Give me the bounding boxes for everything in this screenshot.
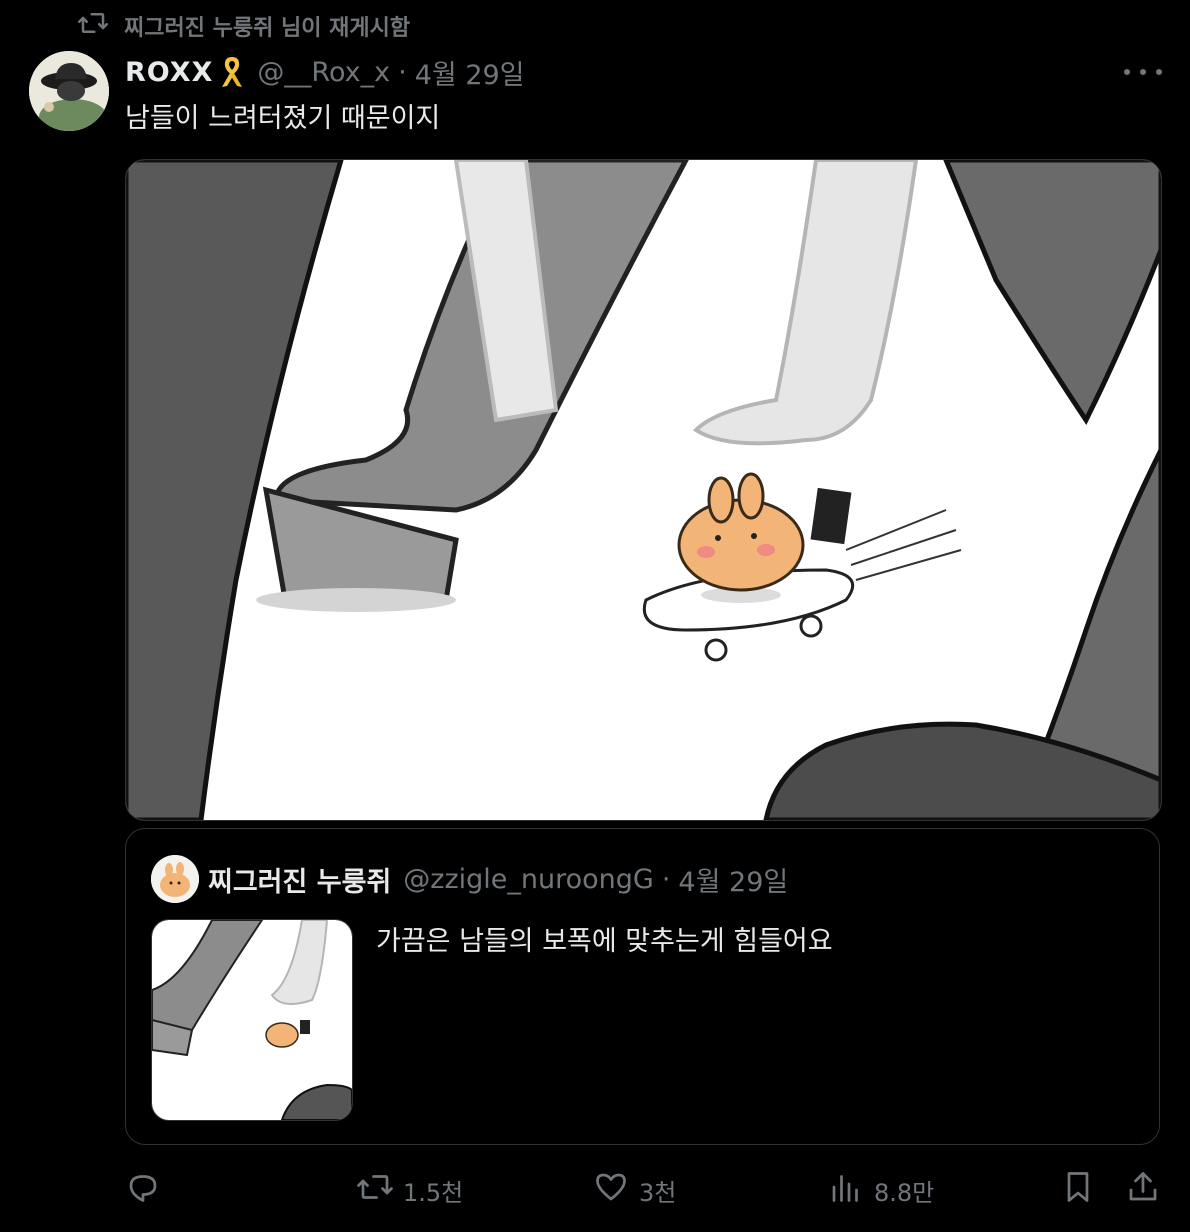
quoted-tweet-thumbnail[interactable]	[151, 919, 353, 1121]
reply-icon	[125, 1169, 161, 1211]
repost-count: 1.5천	[403, 1178, 464, 1207]
quoted-tweet-header: 찌그러진 누룽쥐 @zzigle_nuroongG · 4월 29일	[208, 859, 788, 899]
repost-context-text: 찌그러진 누룽쥐 님이 재게시함	[124, 16, 411, 41]
repost-button[interactable]: 1.5천	[357, 1165, 463, 1215]
quoted-meta-separator: ·	[661, 863, 671, 895]
share-button[interactable]	[1125, 1165, 1161, 1215]
quoted-author-name[interactable]: 찌그러진 누룽쥐	[208, 860, 391, 899]
like-button[interactable]: 3천	[593, 1165, 676, 1215]
author-handle[interactable]: @__Rox_x	[257, 57, 390, 88]
heart-icon	[593, 1169, 629, 1211]
tweet-text: 남들이 느려터졌기 때문이지	[125, 103, 441, 134]
repost-icon	[357, 1169, 393, 1211]
quoted-author-avatar[interactable]	[151, 855, 199, 903]
share-icon	[1125, 1169, 1161, 1211]
bookmark-icon	[1060, 1169, 1096, 1211]
quoted-tweet-date[interactable]: 4월 29일	[678, 860, 788, 899]
more-options-icon[interactable]	[1124, 58, 1162, 86]
views-button[interactable]: 8.8만	[828, 1165, 934, 1215]
author-avatar[interactable]	[29, 51, 109, 131]
author-name[interactable]: ROXX	[125, 57, 213, 88]
views-count: 8.8만	[874, 1178, 935, 1207]
meta-separator: ·	[398, 56, 407, 88]
bookmark-button[interactable]	[1060, 1165, 1096, 1215]
repost-icon	[78, 8, 108, 44]
tweet-media-image[interactable]	[125, 159, 1162, 821]
reply-button[interactable]	[125, 1165, 171, 1215]
yellow-ribbon-icon	[219, 55, 245, 89]
quoted-tweet-text: 가끔은 남들의 보폭에 맞추는게 힘들어요	[376, 926, 833, 957]
views-icon	[828, 1169, 864, 1211]
quoted-tweet-card[interactable]: 찌그러진 누룽쥐 @zzigle_nuroongG · 4월 29일 가끔은 남…	[125, 828, 1160, 1145]
like-count: 3천	[639, 1178, 677, 1207]
quoted-author-handle[interactable]: @zzigle_nuroongG	[403, 864, 654, 895]
tweet-header: ROXX @__Rox_x · 4월 29일	[125, 52, 525, 92]
tweet-date[interactable]: 4월 29일	[415, 53, 525, 92]
tweet-actions-bar: 1.5천 3천 8.8만	[125, 1165, 1165, 1215]
repost-context[interactable]: 찌그러진 누룽쥐 님이 재게시함	[78, 8, 410, 44]
